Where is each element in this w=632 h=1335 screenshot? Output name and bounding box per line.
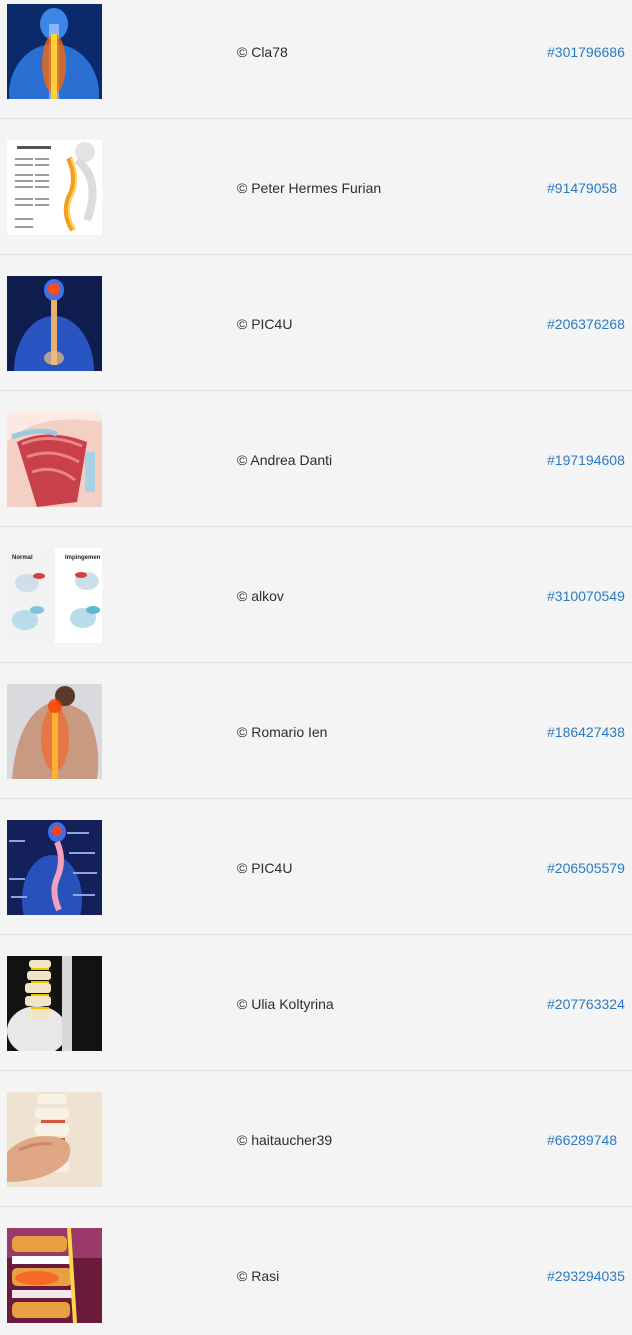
asset-id-link[interactable]: #186427438	[547, 680, 625, 784]
author-credit: © Cla78	[237, 44, 288, 60]
asset-id-link[interactable]: #207763324	[547, 952, 625, 1056]
list-item: © Peter Hermes Furian #91479058	[0, 120, 632, 255]
thumbnail-link[interactable]	[7, 1228, 102, 1323]
list-item: © Romario Ien #186427438	[0, 664, 632, 799]
author-credit: © PIC4U	[237, 860, 293, 876]
thumb-label-normal: Normal	[12, 555, 33, 561]
asset-id-link[interactable]: #293294035	[547, 1224, 625, 1328]
author-credit: © alkov	[237, 588, 284, 604]
blue-body-spine-image	[7, 276, 102, 371]
asset-id-link[interactable]: #91479058	[547, 136, 617, 240]
thumbnail-link[interactable]	[7, 276, 102, 371]
list-item: © Ulia Koltyrina #207763324	[0, 936, 632, 1071]
asset-id-link[interactable]: #310070549	[547, 544, 625, 648]
list-item: © PIC4U #206505579	[0, 800, 632, 935]
shoulder-muscle-image	[7, 412, 102, 507]
author-credit: © Rasi	[237, 1268, 280, 1284]
thumbnail-link[interactable]	[7, 140, 102, 235]
author-credit: © PIC4U	[237, 316, 293, 332]
shoulder-impingement-diagram-image: Normal Impingemen	[7, 548, 102, 643]
thumb-label-impingement: Impingemen	[65, 555, 101, 561]
author-credit: © Romario Ien	[237, 724, 328, 740]
asset-id-link[interactable]: #206505579	[547, 816, 625, 920]
author-credit: © Peter Hermes Furian	[237, 180, 382, 196]
thumbnail-link[interactable]	[7, 820, 102, 915]
list-item: © PIC4U #206376268	[0, 256, 632, 391]
thumbnail-link[interactable]	[7, 4, 102, 99]
thumbnail-link[interactable]	[7, 1092, 102, 1187]
list-item: © Rasi #293294035	[0, 1208, 632, 1335]
thumbnail-link[interactable]	[7, 412, 102, 507]
skeleton-spine-model-image	[7, 956, 102, 1051]
list-item: Normal Impingemen © alkov #310070549	[0, 528, 632, 663]
asset-id-link[interactable]: #301796686	[547, 0, 625, 104]
thumbnail-link[interactable]	[7, 956, 102, 1051]
author-credit: © haitaucher39	[237, 1132, 333, 1148]
spine-curves-labeled-image	[7, 820, 102, 915]
lumbar-disc-image	[7, 1228, 102, 1323]
list-item: © Cla78 #301796686	[0, 0, 632, 119]
author-credit: © Ulia Koltyrina	[237, 996, 334, 1012]
asset-id-link[interactable]: #197194608	[547, 408, 625, 512]
thumbnail-link[interactable]: Normal Impingemen	[7, 548, 102, 643]
author-credit: © Andrea Danti	[237, 452, 333, 468]
asset-id-link[interactable]: #66289748	[547, 1088, 617, 1192]
man-back-pain-image	[7, 684, 102, 779]
thumbnail-link[interactable]	[7, 684, 102, 779]
list-item: © haitaucher39 #66289748	[0, 1072, 632, 1207]
image-results-list: © Cla78 #301796686 © Peter Hermes Furian…	[0, 0, 632, 1335]
back-spine-pain-image	[7, 4, 102, 99]
hand-holding-spine-image	[7, 1092, 102, 1187]
list-item: © Andrea Danti #197194608	[0, 392, 632, 527]
asset-id-link[interactable]: #206376268	[547, 272, 625, 376]
vertebrae-chart-image	[7, 140, 102, 235]
